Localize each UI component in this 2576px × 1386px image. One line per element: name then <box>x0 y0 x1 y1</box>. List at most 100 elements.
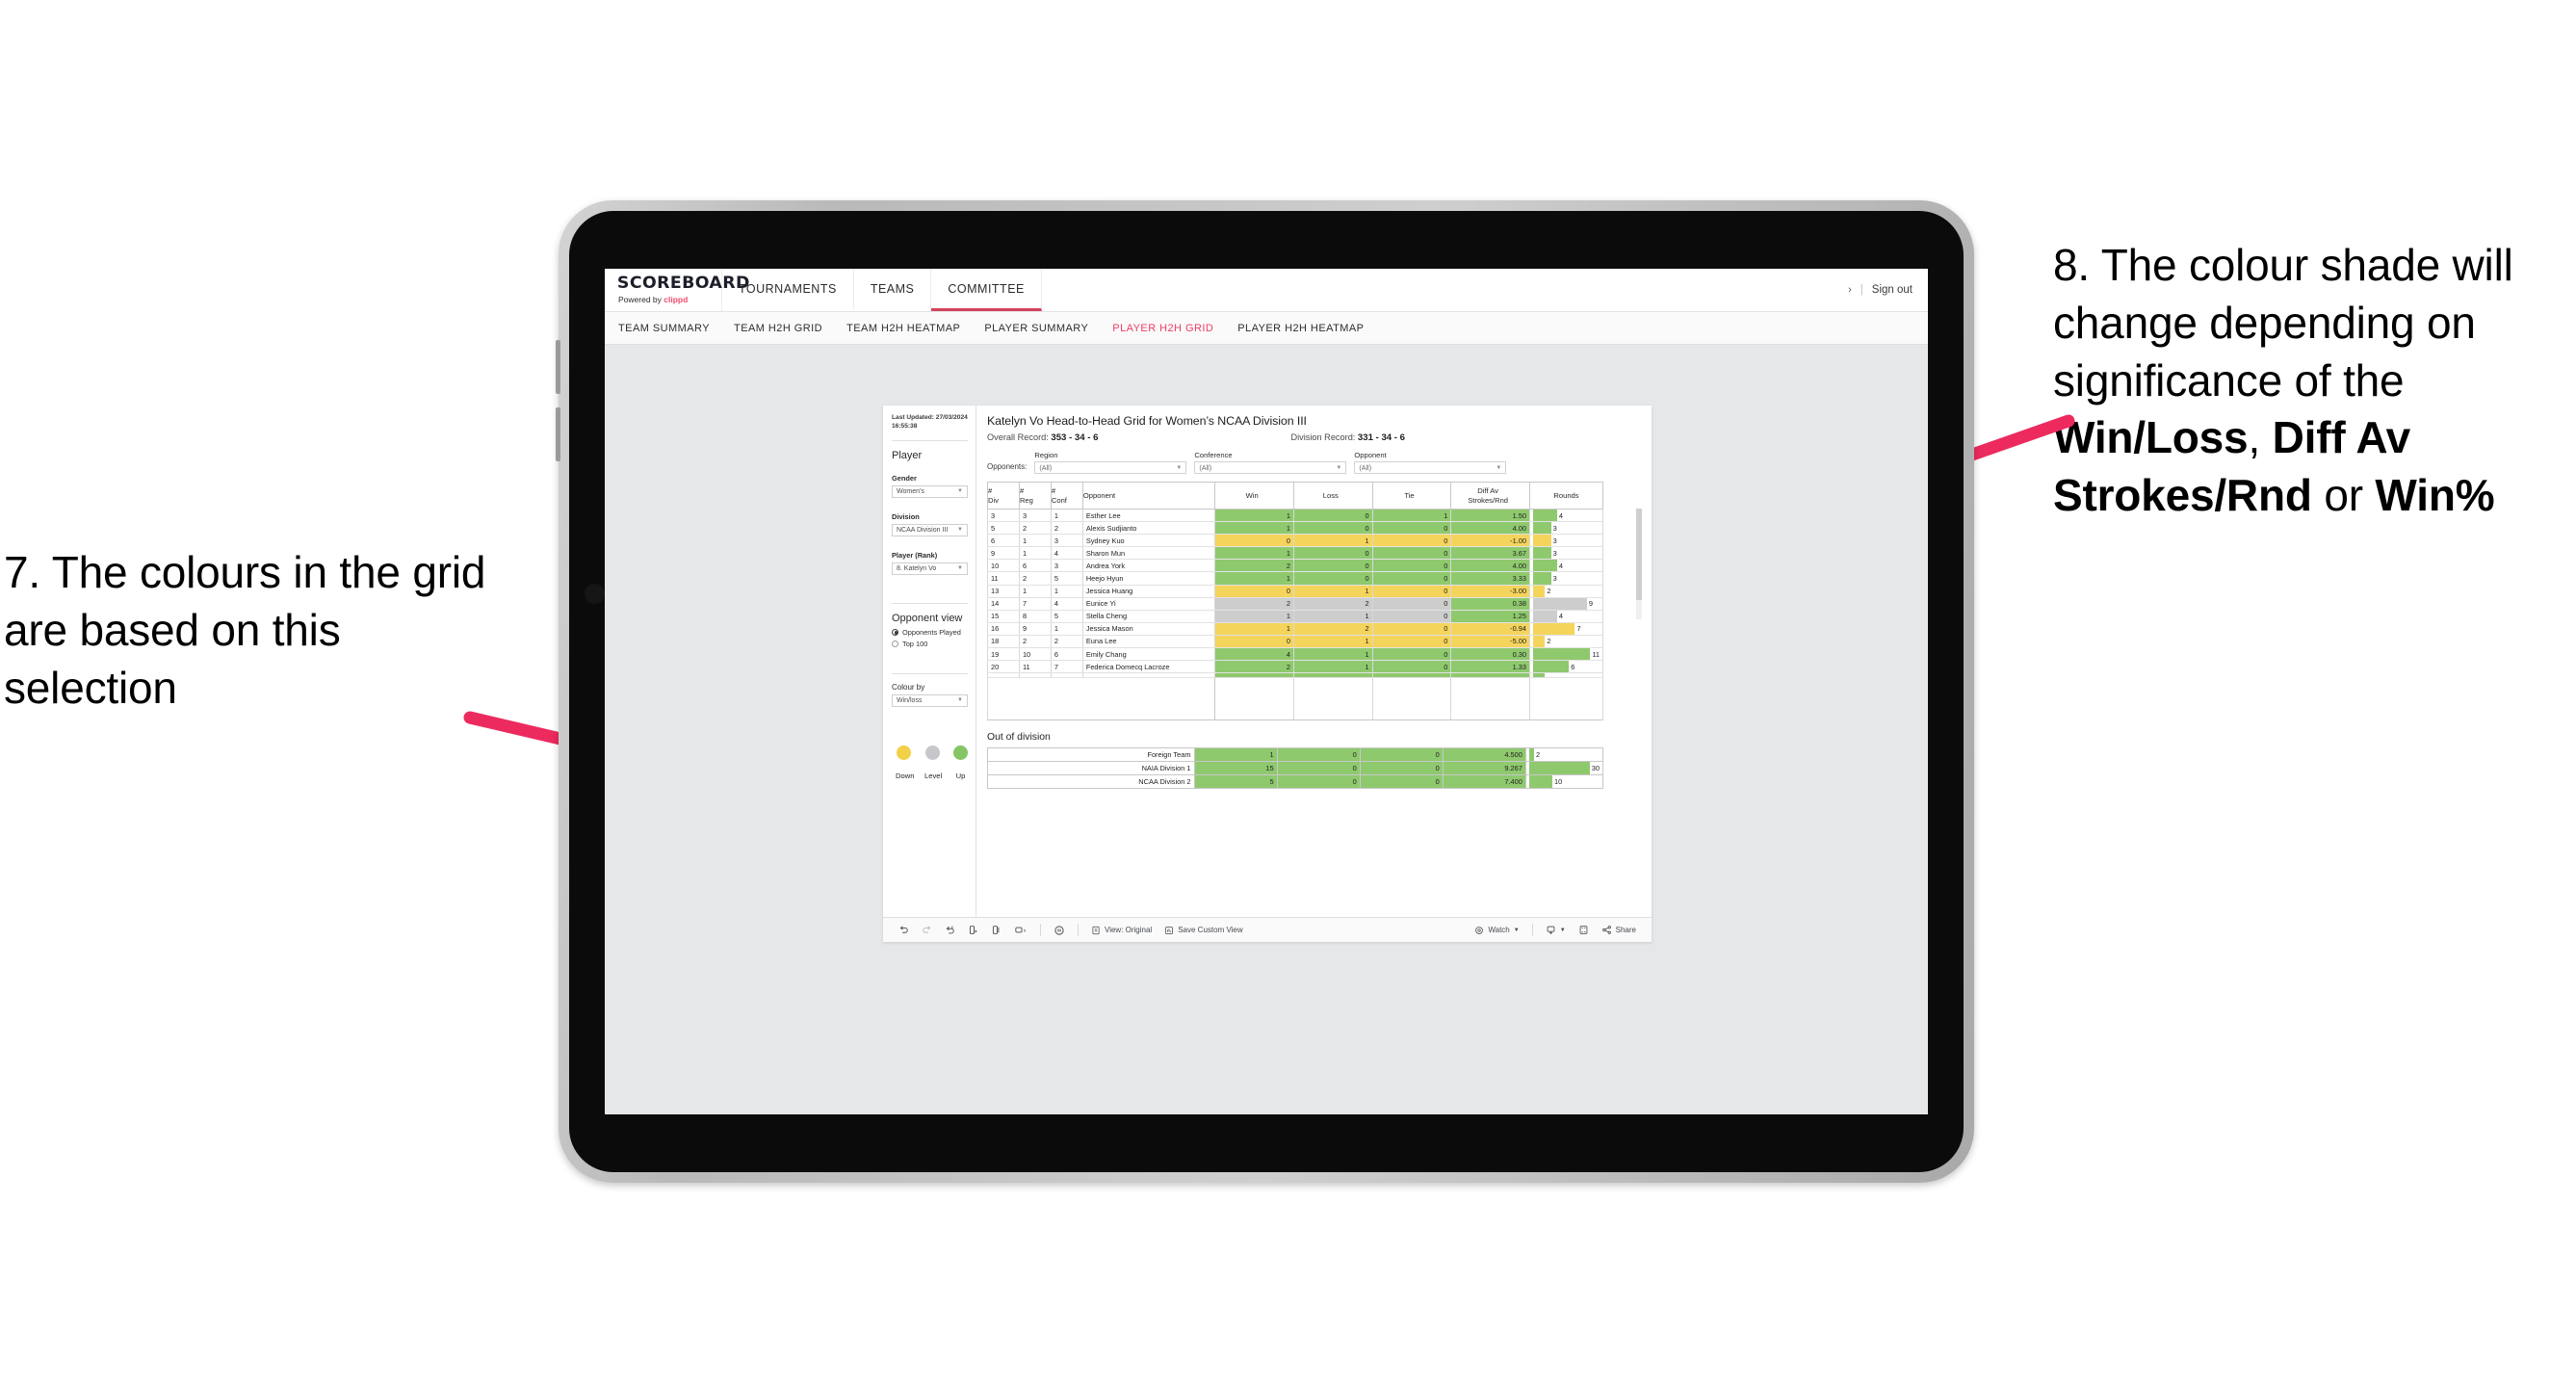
colour-by-select[interactable]: Win/loss ▼ <box>892 693 968 707</box>
cell-rounds: 4 <box>1528 610 1604 623</box>
volume-button-up[interactable] <box>556 340 560 394</box>
legend-label-up: Up <box>955 771 966 780</box>
cell-win: 1 <box>1214 508 1294 523</box>
fullscreen-icon[interactable] <box>1578 925 1589 935</box>
cell-conf: 7 <box>1050 660 1083 674</box>
legend-item-level: Level <box>924 745 942 780</box>
pause-auto-update-icon[interactable] <box>1054 925 1065 936</box>
overall-record-value: 353 - 34 - 6 <box>1051 432 1099 443</box>
refresh-data-icon[interactable] <box>968 925 978 935</box>
table-row[interactable]: 5 2 2 Alexis Sudjianto 1 0 0 4.00 3 <box>987 521 1604 536</box>
expand-chevron-icon[interactable]: › <box>1848 284 1852 296</box>
table-row[interactable]: 6 1 3 Sydney Kuo 0 1 0 -1.00 3 <box>987 534 1604 548</box>
record-row: Overall Record: 353 - 34 - 6 Division Re… <box>987 432 1640 443</box>
cell-diff: 3.67 <box>1450 546 1530 561</box>
table-row[interactable]: 18 2 2 Euna Lee 0 1 0 -5.00 2 <box>987 635 1604 649</box>
subnav-player-h2h-heatmap[interactable]: PLAYER H2H HEATMAP <box>1237 323 1364 334</box>
share-button[interactable]: Share <box>1601 925 1636 935</box>
radio-top-100[interactable]: Top 100 <box>892 640 968 648</box>
chevron-down-icon: ▼ <box>1496 464 1502 471</box>
cell-div: 13 <box>987 585 1020 598</box>
table-row[interactable]: 19 10 6 Emily Chang 4 1 0 0.30 11 <box>987 647 1604 662</box>
cell-diff: -5.00 <box>1450 635 1530 649</box>
table-row[interactable]: NCAA Division 2 5 0 0 7.400 10 <box>987 774 1604 790</box>
subnav-team-h2h-heatmap[interactable]: TEAM H2H HEATMAP <box>846 323 960 334</box>
revert-icon[interactable] <box>945 925 955 935</box>
cell-win: 1 <box>1214 622 1294 636</box>
volume-button-down[interactable] <box>556 407 560 461</box>
nav-tab-committee[interactable]: COMMITTEE <box>931 269 1042 311</box>
cell-tie: 0 <box>1371 534 1452 548</box>
subnav-player-summary[interactable]: PLAYER SUMMARY <box>984 323 1088 334</box>
cell-win: 1 <box>1214 521 1294 536</box>
cell-tie: 0 <box>1359 774 1444 790</box>
subnav-team-summary[interactable]: TEAM SUMMARY <box>618 323 710 334</box>
filter-player-rank-select[interactable]: 8. Katelyn Vo ▼ <box>892 562 968 575</box>
filter-region-value: (All) <box>1039 463 1053 472</box>
front-camera-icon <box>585 584 605 604</box>
watch-button[interactable]: Watch ▼ <box>1474 926 1520 935</box>
cell-opponent: Heejo Hyun <box>1081 571 1216 586</box>
filter-conference-select[interactable]: (All) ▼ <box>1194 461 1347 474</box>
cell-div: 5 <box>987 521 1020 536</box>
brand-powered-prefix: Powered by <box>618 295 664 304</box>
subnav-team-h2h-grid[interactable]: TEAM H2H GRID <box>734 323 822 334</box>
cell-rounds: 7 <box>1528 622 1604 636</box>
radio-opponents-played[interactable]: Opponents Played <box>892 628 968 637</box>
filter-region: Region (All) ▼ <box>1034 451 1187 474</box>
nav-tab-teams[interactable]: TEAMS <box>854 269 932 311</box>
filter-opponent-select[interactable]: (All) ▼ <box>1354 461 1507 474</box>
opponent-filters: Opponents: Region (All) ▼ Conference (Al… <box>987 451 1640 474</box>
secondary-nav: TEAM SUMMARY TEAM H2H GRID TEAM H2H HEAT… <box>605 312 1928 345</box>
h2h-grid-wrap: #Div #Reg #Conf Opponent Win Loss Tie <box>986 482 1642 721</box>
subnav-player-h2h-grid[interactable]: PLAYER H2H GRID <box>1112 323 1213 334</box>
overall-record-label: Overall Record: <box>987 432 1052 442</box>
table-row[interactable]: 9 1 4 Sharon Mun 1 0 0 3.67 3 <box>987 546 1604 561</box>
cell-diff: 0.30 <box>1450 647 1530 662</box>
undo-icon[interactable] <box>898 925 909 935</box>
view-original-button[interactable]: View: Original <box>1091 926 1152 935</box>
division-record-label: Division Record: <box>1290 432 1358 442</box>
filter-division-select[interactable]: NCAA Division III ▼ <box>892 523 968 536</box>
table-row[interactable]: 10 6 3 Andrea York 2 0 0 4.00 4 <box>987 559 1604 573</box>
viz-main: Katelyn Vo Head-to-Head Grid for Women’s… <box>976 405 1652 917</box>
brand-logo[interactable]: SCOREBOARD Powered by clippd <box>605 269 749 311</box>
grid-scrollbar-thumb[interactable] <box>1636 509 1642 600</box>
cell-loss: 0 <box>1293 546 1373 561</box>
sign-out-link[interactable]: Sign out <box>1872 284 1912 296</box>
cell-diff: 1.50 <box>1450 508 1530 523</box>
cell-diff: 1.33 <box>1450 660 1530 674</box>
filter-division: Division NCAA Division III ▼ <box>892 512 968 536</box>
page-canvas: Last Updated: 27/03/2024 16:55:38 Player… <box>605 346 1928 1114</box>
table-row[interactable]: 20 11 7 Federica Domecq Lacroze 2 1 0 1.33 6 <box>987 660 1604 674</box>
cell-loss: 1 <box>1293 660 1373 674</box>
col-div-label: # Div <box>988 486 999 505</box>
download-button[interactable]: ▼ <box>1546 925 1566 935</box>
table-row[interactable]: Foreign Team 1 0 0 4.500 2 <box>987 747 1604 763</box>
last-updated-text: Last Updated: 27/03/2024 16:55:38 <box>892 414 968 430</box>
tablet-device: SCOREBOARD Powered by clippd TOURNAMENTS… <box>556 200 1974 1183</box>
table-row[interactable]: 14 7 4 Eunice Yi 2 2 0 0.38 9 <box>987 597 1604 611</box>
cell-rounds: 30 <box>1524 761 1604 776</box>
table-row[interactable]: 15 8 5 Stella Cheng 1 1 0 1.25 4 <box>987 610 1604 623</box>
cell-loss: 0 <box>1293 559 1373 573</box>
col-loss: Loss <box>1293 482 1373 510</box>
pause-updates-icon[interactable] <box>991 925 1002 935</box>
filter-player-rank-label: Player (Rank) <box>892 550 938 560</box>
viz-toolbar: View: Original Save Custom View Watch ▼ <box>883 917 1652 942</box>
redo-icon[interactable] <box>922 925 932 935</box>
save-custom-view-button[interactable]: Save Custom View <box>1164 926 1243 935</box>
table-row[interactable]: NAIA Division 1 15 0 0 9.267 30 <box>987 761 1604 776</box>
cell-win: 1 <box>1214 610 1294 623</box>
device-layout-icon[interactable] <box>1014 925 1028 935</box>
cell-diff: 4.500 <box>1442 747 1526 763</box>
cell-div: 6 <box>987 534 1020 548</box>
table-row[interactable]: 11 2 5 Heejo Hyun 1 0 0 3.33 3 <box>987 571 1604 586</box>
table-row[interactable]: 16 9 1 Jessica Mason 1 2 0 -0.94 7 <box>987 622 1604 636</box>
filter-region-select[interactable]: (All) ▼ <box>1034 461 1187 474</box>
table-row[interactable]: 3 3 1 Esther Lee 1 0 1 1.50 4 <box>987 508 1604 523</box>
filter-gender-select[interactable]: Women’s ▼ <box>892 484 968 498</box>
table-row[interactable]: 13 1 1 Jessica Huang 0 1 0 -3.00 2 <box>987 585 1604 598</box>
grid-scrollbar[interactable] <box>1636 509 1642 619</box>
legend-label-down: Down <box>896 771 915 780</box>
